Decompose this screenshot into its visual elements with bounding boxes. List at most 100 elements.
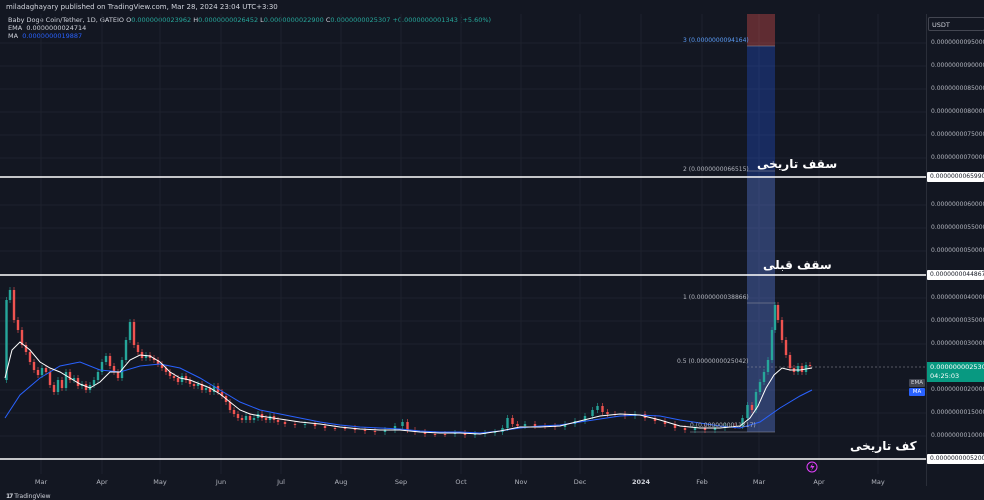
annotation-ath-top[interactable]: سقف تاریخی: [757, 157, 837, 171]
time-tick: Apr: [813, 478, 825, 486]
candle-body: [776, 305, 780, 320]
prev-top-price-label[interactable]: 0.0000000044867: [927, 270, 984, 280]
price-tick: 0.0000000060000: [931, 201, 984, 208]
candle-body: [60, 380, 64, 388]
candle-body: [276, 420, 280, 422]
candle-body: [591, 410, 594, 416]
candle-body: [124, 340, 128, 360]
time-axis[interactable]: Mar Apr May Jun Jul Aug Sep Oct Nov Dec …: [0, 474, 926, 488]
time-tick: Mar: [34, 478, 48, 486]
candle-body: [16, 320, 20, 330]
price-tick: 0.0000000055000: [931, 224, 984, 231]
candle-body: [192, 384, 196, 386]
ema-axis-badge[interactable]: EMA: [909, 379, 925, 387]
candle-body: [770, 330, 774, 360]
candle-body: [128, 322, 132, 340]
time-tick: May: [871, 478, 885, 486]
annotation-ath-bottom[interactable]: کف تاریخی: [850, 439, 917, 453]
candle-body: [104, 356, 108, 362]
time-tick: Oct: [455, 478, 467, 486]
current-price-value: 0.0000000025307: [930, 363, 984, 371]
annotation-prev-top[interactable]: سقف قبلی: [763, 258, 832, 272]
candle-body: [433, 434, 437, 435]
fib-label-05: 0.5 (0.0000000025042): [677, 358, 749, 365]
price-tick: 0.0000000015000: [931, 409, 984, 416]
price-tick: 0.0000000070000: [931, 154, 984, 161]
candle-body: [762, 372, 766, 382]
candle-body: [683, 428, 687, 430]
candle-body: [92, 380, 96, 385]
candle-body: [8, 290, 12, 300]
time-tick: Dec: [573, 478, 587, 486]
price-tick: 0.0000000075000: [931, 131, 984, 138]
candle-body: [136, 345, 140, 352]
time-tick: May: [153, 478, 167, 486]
ath-top-price-label[interactable]: 0.0000000065990: [927, 172, 984, 182]
lightning-icon[interactable]: [806, 461, 818, 473]
ma-axis-badge[interactable]: MA: [909, 388, 925, 396]
candle-body: [240, 418, 244, 420]
grid-lines: [0, 14, 926, 474]
candle-body: [511, 418, 514, 424]
candle-body: [96, 372, 100, 380]
candle-body: [232, 410, 236, 414]
candle-body: [248, 416, 252, 420]
candle-body: [516, 424, 519, 426]
candle-body: [132, 322, 136, 345]
candle-body: [606, 412, 609, 414]
candle-body: [116, 372, 120, 378]
price-chart[interactable]: [0, 14, 926, 486]
candle-body: [56, 380, 60, 392]
candle-body: [746, 405, 749, 418]
candle-body: [236, 414, 240, 418]
price-tick: 0.0000000010000: [931, 432, 984, 439]
candle-body: [48, 372, 52, 385]
tradingview-logo[interactable]: 17 TradingView: [0, 493, 984, 500]
candle-body: [172, 376, 176, 378]
candle-body: [401, 422, 404, 426]
candle-body: [44, 368, 48, 372]
price-tick: 0.0000000095000: [931, 39, 984, 46]
candle-body: [313, 424, 317, 426]
candle-body: [264, 418, 268, 420]
candle-body: [373, 431, 377, 432]
candle-body: [204, 388, 208, 390]
time-tick: Sep: [394, 478, 408, 486]
candle-body: [596, 406, 599, 410]
price-tick: 0.0000000050000: [931, 247, 984, 254]
ath-bottom-price-label[interactable]: 0.0000000005200: [927, 454, 984, 464]
candle-body: [784, 340, 788, 355]
currency-label[interactable]: USDT: [928, 17, 984, 31]
candle-body: [244, 416, 248, 420]
current-price-label[interactable]: 0.0000000025307 04:25:03: [927, 362, 984, 382]
target-zone-red[interactable]: [747, 14, 775, 46]
candle-body: [523, 424, 527, 426]
price-axis[interactable]: USDT 0.0000000095000 0.0000000090000 0.0…: [926, 14, 984, 486]
price-tick: 0.0000000090000: [931, 62, 984, 69]
fib-label-1: 1 (0.0000000038866): [683, 294, 749, 301]
candle-body: [773, 305, 777, 330]
candle-body: [36, 370, 40, 375]
candle-body: [176, 378, 180, 382]
candle-body: [506, 418, 509, 428]
candle-body: [293, 424, 297, 425]
price-tick: 0.0000000085000: [931, 85, 984, 92]
fib-levels[interactable]: [690, 45, 926, 433]
fib-grey-zone[interactable]: [747, 178, 775, 432]
price-tick: 0.0000000020000: [931, 386, 984, 393]
candle-body: [196, 384, 200, 386]
candle-body: [406, 422, 409, 430]
brand-name: TradingView: [14, 493, 51, 500]
candle-body: [252, 418, 256, 420]
time-tick: Nov: [514, 478, 528, 486]
time-tick: 2024: [631, 478, 651, 486]
candle-body: [758, 382, 762, 392]
candle-body: [12, 290, 16, 320]
candle-body: [283, 422, 287, 424]
candle-body: [780, 320, 784, 340]
candle-body: [64, 372, 68, 388]
price-tick: 0.0000000040000: [931, 294, 984, 301]
fib-label-2: 2 (0.0000000066515): [683, 166, 749, 173]
candle-body: [808, 365, 812, 366]
candle-body: [533, 424, 537, 426]
